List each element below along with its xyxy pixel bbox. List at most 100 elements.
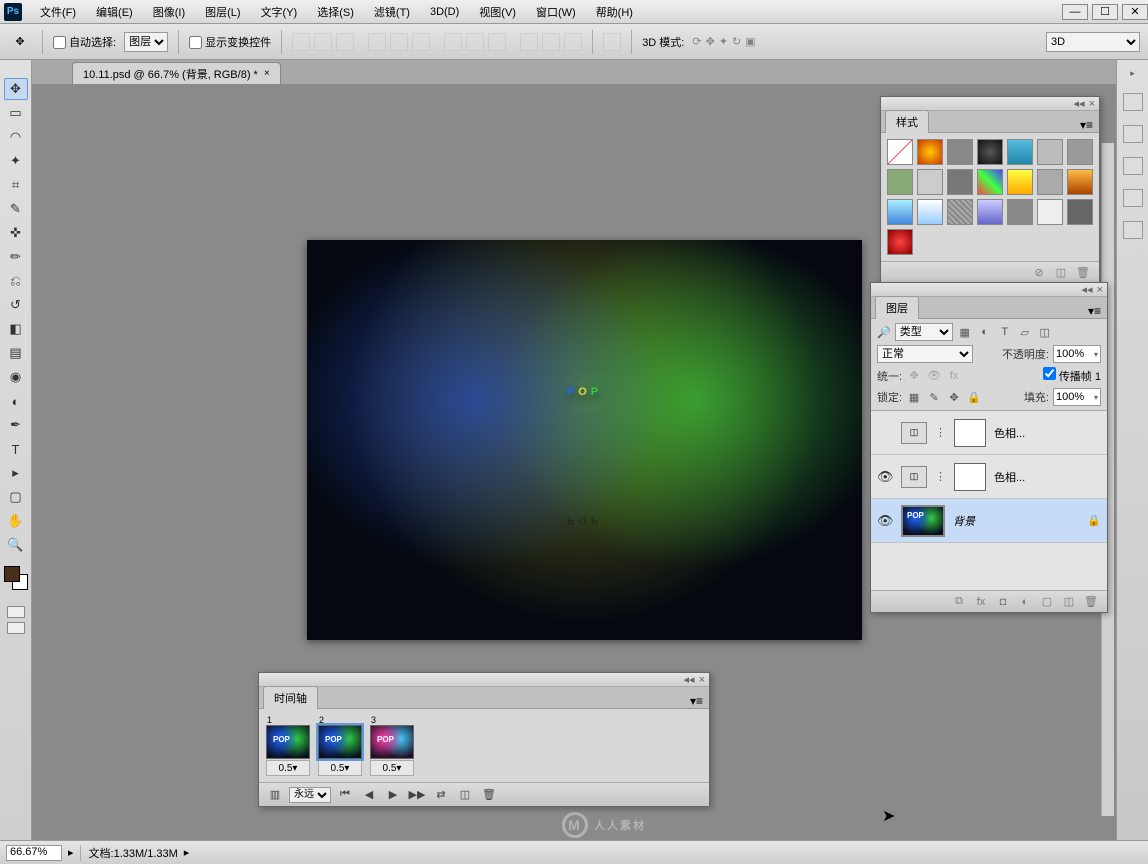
adjustments-panel-icon[interactable] — [1123, 157, 1143, 175]
layers-panel-header[interactable]: ◂◂ × — [871, 283, 1107, 297]
dolly-icon[interactable]: ✦ — [719, 35, 728, 48]
history-brush-tool[interactable]: ↺ — [4, 294, 28, 316]
document-canvas[interactable]: POP POP — [307, 240, 862, 640]
menu-edit[interactable]: 编辑(E) — [86, 1, 143, 23]
pan-icon[interactable]: ✥ — [706, 35, 715, 48]
close-icon[interactable]: × — [699, 674, 705, 686]
new-adjustment-icon[interactable]: ◐ — [1017, 595, 1033, 609]
minimize-button[interactable]: — — [1062, 4, 1088, 20]
filter-pixel-icon[interactable]: ▦ — [957, 324, 973, 340]
tween-icon[interactable]: ⇄ — [431, 787, 451, 803]
style-swatch[interactable] — [887, 229, 913, 255]
menu-window[interactable]: 窗口(W) — [526, 1, 586, 23]
close-button[interactable]: ✕ — [1122, 4, 1148, 20]
layer-name[interactable]: 色相... — [994, 425, 1101, 441]
path-selection-tool[interactable]: ▸ — [4, 462, 28, 484]
marquee-tool[interactable]: ▭ — [4, 102, 28, 124]
frame-delay[interactable]: 0.5▾ — [370, 760, 414, 776]
play-icon[interactable]: ▶ — [383, 787, 403, 803]
duplicate-frame-icon[interactable]: ◫ — [455, 787, 475, 803]
style-swatch[interactable] — [1067, 169, 1093, 195]
eyedropper-tool[interactable]: ✎ — [4, 198, 28, 220]
style-swatch[interactable] — [947, 169, 973, 195]
lock-position-icon[interactable]: ✥ — [946, 389, 962, 405]
delete-frame-icon[interactable]: 🗑 — [479, 787, 499, 803]
visibility-toggle-icon[interactable]: 👁 — [877, 469, 893, 485]
new-layer-icon[interactable]: ◫ — [1061, 595, 1077, 609]
menu-type[interactable]: 文字(Y) — [251, 1, 308, 23]
first-frame-icon[interactable]: ⏮ — [335, 787, 355, 803]
styles-panel-menu-icon[interactable]: ▾≡ — [1074, 118, 1099, 132]
collapse-icon[interactable]: ◂◂ — [684, 673, 695, 686]
doc-info-menu-icon[interactable]: ▸ — [184, 846, 190, 859]
style-swatch[interactable] — [1007, 139, 1033, 165]
crop-tool[interactable]: ⌗ — [4, 174, 28, 196]
layers-panel-tab[interactable]: 图层 — [875, 296, 919, 319]
clone-stamp-tool[interactable]: ⎌ — [4, 270, 28, 292]
clear-style-icon[interactable]: ⊘ — [1031, 266, 1047, 280]
next-frame-icon[interactable]: ▶▶ — [407, 787, 427, 803]
style-swatch[interactable] — [887, 199, 913, 225]
orbit-icon[interactable]: ⟳ — [692, 35, 701, 48]
distribute-vcenter-icon[interactable] — [466, 33, 484, 51]
convert-timeline-icon[interactable]: ▥ — [265, 787, 285, 803]
menu-help[interactable]: 帮助(H) — [586, 1, 643, 23]
filter-type-icon[interactable]: T — [997, 324, 1013, 340]
filter-kind-select[interactable]: 类型 — [895, 323, 953, 341]
auto-align-icon[interactable] — [603, 33, 621, 51]
unify-position-icon[interactable]: ✥ — [906, 368, 922, 384]
loop-select[interactable]: 永远 — [289, 787, 331, 803]
layer-fx-icon[interactable]: fx — [973, 595, 989, 609]
opacity-input[interactable]: 100%▾ — [1053, 345, 1101, 363]
layer-mask-icon[interactable]: ◘ — [995, 595, 1011, 609]
mode-3d-select[interactable]: 3D — [1046, 32, 1140, 52]
timeline-panel-menu-icon[interactable]: ▾≡ — [684, 694, 709, 708]
roll-icon[interactable]: ↻ — [732, 35, 741, 48]
style-swatch[interactable] — [947, 139, 973, 165]
document-tab[interactable]: 10.11.psd @ 66.7% (背景, RGB/8) * × — [72, 62, 281, 84]
layer-row[interactable]: 👁 ◫ ⋮ 色相... — [871, 455, 1107, 499]
style-swatch[interactable] — [887, 139, 913, 165]
collapse-icon[interactable]: ◂◂ — [1082, 283, 1093, 296]
document-tab-close-icon[interactable]: × — [264, 68, 270, 79]
swatches-panel-icon[interactable] — [1123, 125, 1143, 143]
visibility-toggle-icon[interactable]: 👁 — [877, 513, 893, 529]
frame-thumb[interactable] — [318, 725, 362, 759]
zoom-tool[interactable]: 🔍 — [4, 534, 28, 556]
distribute-hcenter-icon[interactable] — [542, 33, 560, 51]
delete-style-icon[interactable]: 🗑 — [1075, 266, 1091, 280]
layer-name[interactable]: 色相... — [994, 469, 1101, 485]
auto-select-mode-select[interactable]: 图层 — [124, 32, 168, 52]
style-swatch[interactable] — [887, 169, 913, 195]
menu-filter[interactable]: 滤镜(T) — [364, 1, 420, 23]
properties-panel-icon[interactable] — [1123, 189, 1143, 207]
prev-frame-icon[interactable]: ◀ — [359, 787, 379, 803]
blur-tool[interactable]: ◉ — [4, 366, 28, 388]
fill-input[interactable]: 100%▾ — [1053, 388, 1101, 406]
close-icon[interactable]: × — [1097, 284, 1103, 296]
style-swatch[interactable] — [1037, 139, 1063, 165]
timeline-panel-header[interactable]: ◂◂ × — [259, 673, 709, 687]
auto-select-checkbox[interactable]: 自动选择: — [53, 34, 116, 50]
style-swatch[interactable] — [977, 199, 1003, 225]
menu-file[interactable]: 文件(F) — [30, 1, 86, 23]
lock-all-icon[interactable]: 🔒 — [966, 389, 982, 405]
foreground-color-swatch[interactable] — [4, 566, 20, 582]
collapse-icon[interactable]: ▸ — [1130, 68, 1135, 79]
unify-visibility-icon[interactable]: 👁 — [926, 368, 942, 384]
layer-thumb[interactable] — [901, 505, 945, 537]
menu-image[interactable]: 图像(I) — [143, 1, 195, 23]
lock-image-icon[interactable]: ✎ — [926, 389, 942, 405]
distribute-right-icon[interactable] — [564, 33, 582, 51]
timeline-frame[interactable]: 2 0.5▾ — [317, 715, 363, 776]
menu-3d[interactable]: 3D(D) — [420, 3, 469, 21]
timeline-panel-tab[interactable]: 时间轴 — [263, 686, 318, 709]
unify-style-icon[interactable]: fx — [946, 368, 962, 384]
gradient-tool[interactable]: ▤ — [4, 342, 28, 364]
menu-select[interactable]: 选择(S) — [307, 1, 364, 23]
lock-transparency-icon[interactable]: ▦ — [906, 389, 922, 405]
styles-panel-tab[interactable]: 样式 — [885, 110, 929, 133]
style-swatch[interactable] — [1067, 199, 1093, 225]
layer-name[interactable]: 背景 — [953, 513, 1079, 529]
color-panel-icon[interactable] — [1123, 93, 1143, 111]
